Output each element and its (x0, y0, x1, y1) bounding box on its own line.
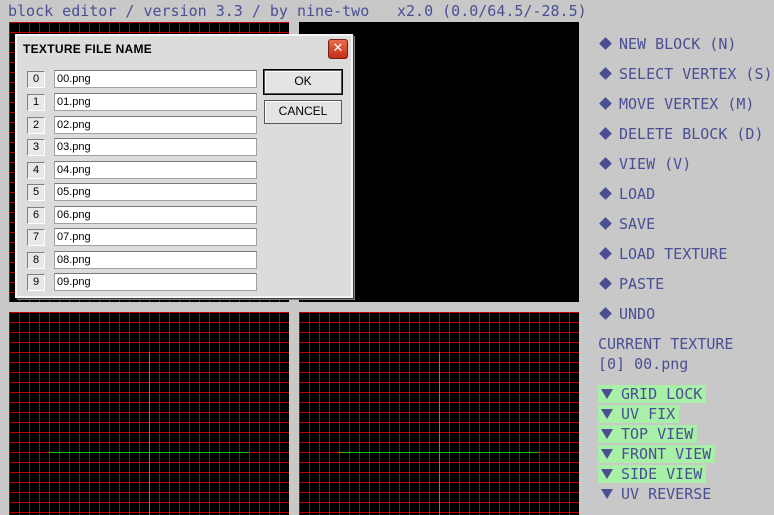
cancel-button[interactable]: CANCEL (264, 100, 342, 124)
diamond-icon (599, 307, 612, 320)
texture-index: 2 (27, 117, 45, 134)
diamond-icon (599, 67, 612, 80)
texture-index: 0 (27, 71, 45, 88)
diamond-icon (599, 217, 612, 230)
texture-filename-input[interactable] (54, 161, 257, 179)
diamond-icon (599, 127, 612, 140)
triangle-down-icon (601, 429, 613, 439)
menu-label: LOAD TEXTURE (619, 245, 728, 263)
texture-index: 7 (27, 229, 45, 246)
triangle-down-icon (601, 469, 613, 479)
texture-filename-input[interactable] (54, 70, 257, 88)
toggle-label: UV FIX (621, 405, 676, 423)
texture-filename-input[interactable] (54, 138, 257, 156)
menu-label: MOVE VERTEX (M) (619, 95, 755, 113)
texture-filename-input[interactable] (54, 228, 257, 246)
diamond-icon (599, 277, 612, 290)
close-icon: ✕ (332, 41, 344, 56)
texture-filename-input[interactable] (54, 116, 257, 134)
dialog-title: TEXTURE FILE NAME (23, 42, 153, 56)
viewport-bottom-left[interactable] (9, 312, 289, 515)
menu-label: VIEW (V) (619, 155, 692, 173)
menu-move-vertex[interactable]: MOVE VERTEX (M) (598, 94, 754, 114)
menu-delete-block[interactable]: DELETE BLOCK (D) (598, 124, 764, 144)
menu-view[interactable]: VIEW (V) (598, 154, 691, 174)
toggle-label: SIDE VIEW (621, 465, 703, 483)
menu-label: DELETE BLOCK (D) (619, 125, 764, 143)
texture-filename-input[interactable] (54, 273, 257, 291)
status-bar: block editor / version 3.3 / by nine-two… (0, 0, 774, 22)
texture-index: 4 (27, 162, 45, 179)
menu-load[interactable]: LOAD (598, 184, 655, 204)
menu-label: PASTE (619, 275, 665, 293)
menu-select-vertex[interactable]: SELECT VERTEX (S) (598, 64, 773, 84)
diamond-icon (599, 187, 612, 200)
toggle-label: UV REVERSE (621, 485, 712, 503)
texture-filename-input[interactable] (54, 93, 257, 111)
toggle-label: GRID LOCK (621, 385, 703, 403)
diamond-icon (599, 97, 612, 110)
texture-index: 1 (27, 94, 45, 111)
texture-file-name-dialog: TEXTURE FILE NAME ✕ 0 1 2 3 4 5 6 7 8 9 … (15, 34, 353, 298)
close-button[interactable]: ✕ (328, 39, 348, 59)
diamond-icon (599, 247, 612, 260)
menu-label: NEW BLOCK (N) (619, 35, 737, 53)
menu-label: SELECT VERTEX (S) (619, 65, 773, 83)
diamond-icon (599, 37, 612, 50)
y-axis-line (149, 352, 150, 515)
texture-filename-input[interactable] (54, 206, 257, 224)
toggle-grid-lock[interactable]: GRID LOCK (598, 385, 707, 403)
y-axis-line (439, 352, 440, 515)
toggle-uv-reverse[interactable]: UV REVERSE (598, 485, 715, 503)
menu-new-block[interactable]: NEW BLOCK (N) (598, 34, 736, 54)
triangle-down-icon (601, 409, 613, 419)
menu-label: SAVE (619, 215, 656, 233)
menu-paste[interactable]: PASTE (598, 274, 664, 294)
toggle-side-view[interactable]: SIDE VIEW (598, 465, 707, 483)
toggle-label: TOP VIEW (621, 425, 694, 443)
current-texture-value: [0] 00.png (598, 355, 689, 373)
toggle-front-view[interactable]: FRONT VIEW (598, 445, 716, 463)
current-texture-label: CURRENT TEXTURE (598, 335, 734, 353)
texture-filename-input[interactable] (54, 183, 257, 201)
menu-save[interactable]: SAVE (598, 214, 655, 234)
triangle-down-icon (601, 389, 613, 399)
triangle-down-icon (601, 489, 613, 499)
viewport-bottom-right[interactable] (299, 312, 579, 515)
triangle-down-icon (601, 449, 613, 459)
toggle-uv-fix[interactable]: UV FIX (598, 405, 680, 423)
texture-index: 3 (27, 139, 45, 156)
ok-button[interactable]: OK (263, 69, 343, 95)
texture-index: 5 (27, 184, 45, 201)
toggle-label: FRONT VIEW (621, 445, 712, 463)
diamond-icon (599, 157, 612, 170)
menu-label: LOAD (619, 185, 656, 203)
menu-load-texture[interactable]: LOAD TEXTURE (598, 244, 727, 264)
menu-undo[interactable]: UNDO (598, 304, 655, 324)
texture-index: 6 (27, 207, 45, 224)
toggle-top-view[interactable]: TOP VIEW (598, 425, 698, 443)
app-title: block editor / version 3.3 / by nine-two (8, 2, 370, 20)
texture-filename-input[interactable] (54, 251, 257, 269)
texture-index: 8 (27, 252, 45, 269)
texture-index: 9 (27, 274, 45, 291)
menu-label: UNDO (619, 305, 656, 323)
zoom-readout: x2.0 (0.0/64.5/-28.5) (397, 2, 587, 20)
